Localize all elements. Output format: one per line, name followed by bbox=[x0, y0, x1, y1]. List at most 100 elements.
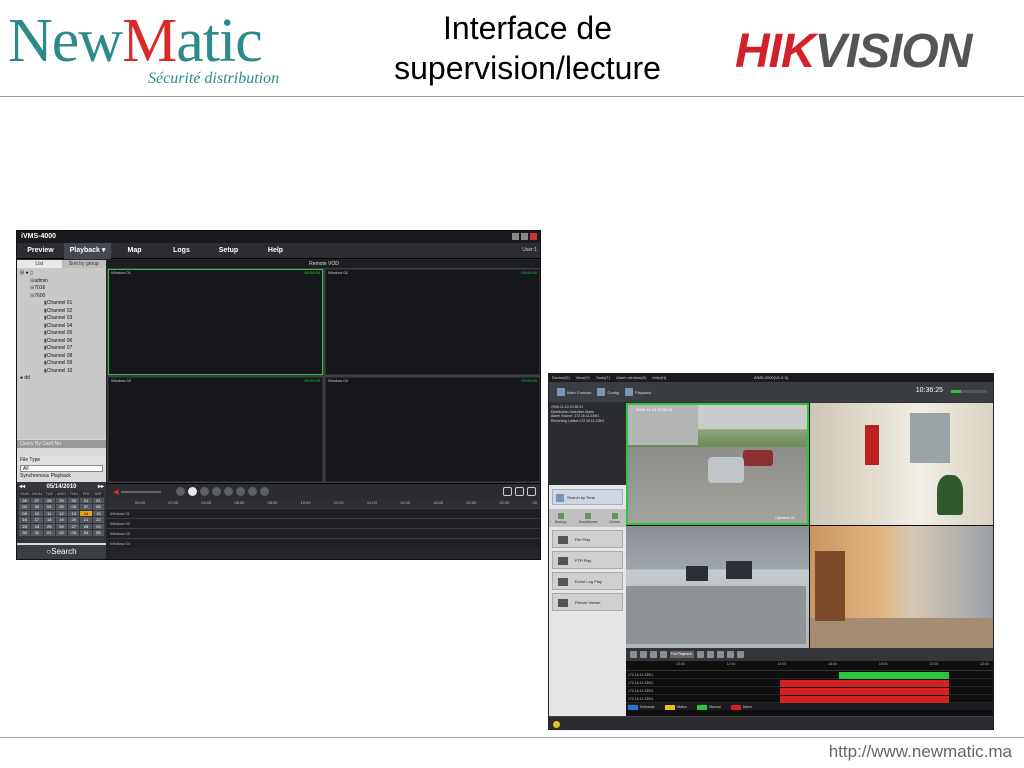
tree-channel[interactable]: Channel 06 bbox=[20, 338, 103, 346]
tree-channel[interactable]: Channel 05 bbox=[20, 330, 103, 338]
calendar-day[interactable]: 17 bbox=[31, 517, 43, 523]
menu-playback[interactable]: Playback ▾ bbox=[64, 242, 111, 259]
menu-item[interactable]: Help(H) bbox=[652, 374, 666, 382]
layout-4-icon[interactable] bbox=[515, 487, 524, 496]
calendar-day[interactable]: 26 bbox=[55, 523, 68, 529]
menu-item[interactable]: Device(D) bbox=[552, 374, 570, 382]
playback-button[interactable]: Playback bbox=[625, 388, 651, 396]
calendar-day[interactable]: 05 bbox=[55, 504, 68, 510]
calendar-day[interactable]: 19 bbox=[55, 517, 68, 523]
next-icon[interactable] bbox=[727, 651, 734, 658]
minimize-icon[interactable] bbox=[512, 233, 519, 240]
slow-icon[interactable] bbox=[236, 487, 246, 496]
pause-icon[interactable] bbox=[200, 487, 210, 496]
playback-mode-select[interactable]: Full Playback bbox=[670, 651, 694, 658]
calendar-day[interactable]: 23 bbox=[19, 523, 31, 529]
tree-channel[interactable]: Channel 09 bbox=[20, 360, 103, 368]
volume-icon[interactable]: ◀ bbox=[113, 488, 118, 496]
tab-list[interactable]: List bbox=[17, 260, 62, 268]
calendar-day[interactable]: 01 bbox=[43, 530, 55, 536]
calendar-day[interactable]: 02 bbox=[55, 530, 68, 536]
calendar-day[interactable]: 18 bbox=[43, 517, 55, 523]
play-icon[interactable] bbox=[707, 651, 714, 658]
calendar-day[interactable]: 07 bbox=[80, 504, 92, 510]
volume-icon[interactable] bbox=[737, 651, 744, 658]
menu-item[interactable]: Alarm window(A) bbox=[616, 374, 646, 382]
menu-logs[interactable]: Logs bbox=[158, 243, 205, 259]
calendar-day[interactable]: 28 bbox=[80, 523, 92, 529]
calendar-day[interactable]: 29 bbox=[92, 523, 104, 529]
timeline[interactable]: 10:00 12:00 14:00 16:00 18:00 20:00 22:00 172.… bbox=[626, 661, 993, 716]
tree-channel[interactable]: Channel 03 bbox=[20, 315, 103, 323]
menu-setup[interactable]: Setup bbox=[205, 243, 252, 259]
search-button[interactable]: Search bbox=[17, 545, 106, 559]
volume-slider[interactable] bbox=[121, 490, 162, 493]
calendar-day[interactable]: 15 bbox=[92, 510, 104, 516]
calendar-day[interactable]: 03 bbox=[31, 504, 43, 510]
calendar-day[interactable]: 01 bbox=[80, 497, 92, 503]
camera-view-2[interactable] bbox=[810, 403, 993, 525]
event-log-play-button[interactable]: Event Log Play bbox=[552, 572, 623, 590]
calendar-day[interactable]: 11 bbox=[43, 510, 55, 516]
step-icon[interactable] bbox=[212, 487, 222, 496]
timeline[interactable]: 00:00 02:00 04:00 06:00 08:00 10:00 12:00 14:00… bbox=[107, 499, 540, 548]
tree-channel[interactable]: Channel 07 bbox=[20, 345, 103, 353]
tree-node-dd[interactable]: ● dd bbox=[20, 375, 103, 383]
layout-icon[interactable] bbox=[640, 651, 647, 658]
tree-channel[interactable]: Channel 02 bbox=[20, 308, 103, 316]
calendar-day[interactable]: 21 bbox=[80, 517, 92, 523]
main-console-button[interactable]: Main Console bbox=[557, 388, 591, 396]
calendar-day[interactable]: 31 bbox=[31, 530, 43, 536]
calendar-day[interactable]: 05 bbox=[92, 530, 104, 536]
calendar-day[interactable]: 06 bbox=[68, 504, 80, 510]
play-icon[interactable] bbox=[188, 487, 198, 496]
file-play-button[interactable]: File Play bbox=[552, 530, 623, 548]
camera-view-3[interactable] bbox=[626, 526, 809, 648]
video-window-3[interactable]: Window 03 00:00:00 bbox=[108, 376, 323, 482]
calendar-day[interactable]: 30 bbox=[19, 530, 31, 536]
layout-9-icon[interactable] bbox=[660, 651, 667, 658]
stop-icon[interactable] bbox=[176, 487, 186, 496]
synchronous-playback-checkbox[interactable]: Synchronous Playback bbox=[17, 472, 106, 481]
tree-channel[interactable]: Channel 08 bbox=[20, 353, 103, 361]
calendar-day[interactable]: 09 bbox=[19, 510, 31, 516]
prev-month-icon[interactable]: ◂◂ bbox=[19, 483, 25, 491]
layout-1-icon[interactable] bbox=[503, 487, 512, 496]
tree-node-7016[interactable]: 7016 bbox=[20, 285, 103, 293]
calendar-day[interactable]: 29 bbox=[55, 497, 68, 503]
calendar-day[interactable]: 01 bbox=[92, 497, 104, 503]
calendar-day[interactable]: 04 bbox=[43, 504, 55, 510]
ftp-play-button[interactable]: FTP Play bbox=[552, 551, 623, 569]
calendar-day[interactable]: 10 bbox=[31, 510, 43, 516]
stop-icon[interactable] bbox=[717, 651, 724, 658]
calendar-day[interactable]: 22 bbox=[92, 517, 104, 523]
tree-channel[interactable]: Channel 01 bbox=[20, 300, 103, 308]
download-icon[interactable] bbox=[260, 487, 270, 496]
fullscreen-icon[interactable] bbox=[527, 487, 536, 496]
calendar-day[interactable]: 26 bbox=[19, 497, 31, 503]
calendar-day[interactable]: 03 bbox=[68, 530, 80, 536]
search-by-time-button[interactable]: Search by Time bbox=[552, 489, 623, 505]
menu-item[interactable]: Tools(T) bbox=[596, 374, 610, 382]
tree-root[interactable]: ⊟ ● ▯ bbox=[20, 270, 103, 278]
fast-icon[interactable] bbox=[248, 487, 258, 496]
calendar-day[interactable]: 16 bbox=[19, 517, 31, 523]
next-month-icon[interactable]: ▸▸ bbox=[98, 483, 104, 491]
video-window-1[interactable]: Window 01 00:00:00 bbox=[108, 269, 323, 375]
tab-device[interactable]: Device bbox=[609, 513, 620, 524]
tab-backup[interactable]: Backup bbox=[555, 513, 567, 524]
capture-icon[interactable] bbox=[224, 487, 234, 496]
layout-4-icon[interactable] bbox=[650, 651, 657, 658]
calendar-day[interactable]: 27 bbox=[68, 523, 80, 529]
footer-url[interactable]: http://www.newmatic.ma bbox=[829, 742, 1012, 762]
calendar-day[interactable]: 25 bbox=[43, 523, 55, 529]
camera-view-4[interactable] bbox=[810, 526, 993, 648]
calendar-day[interactable]: 04 bbox=[80, 530, 92, 536]
tree-node-7600[interactable]: 7600 bbox=[20, 293, 103, 301]
tree-node-admin[interactable]: admin bbox=[20, 278, 103, 286]
menu-map[interactable]: Map bbox=[111, 243, 158, 259]
calendar-day[interactable]: 13 bbox=[68, 510, 80, 516]
tab-surveillance[interactable]: Surveillance bbox=[578, 513, 597, 524]
calendar-day[interactable]: 12 bbox=[55, 510, 68, 516]
calendar-day[interactable]: 08 bbox=[92, 504, 104, 510]
